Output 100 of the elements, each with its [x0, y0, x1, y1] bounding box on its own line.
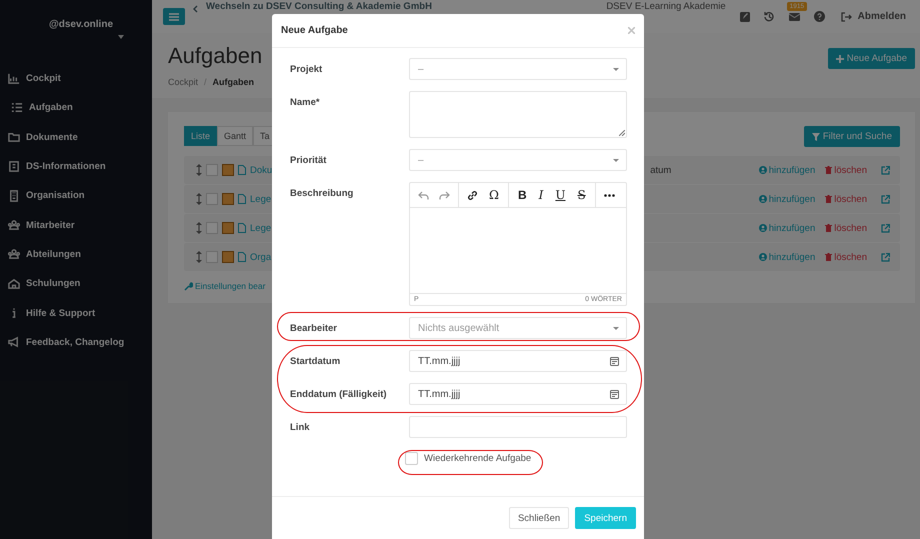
redo-icon[interactable] [439, 190, 450, 200]
view-tab[interactable]: Gantt [217, 126, 254, 146]
history-icon[interactable] [764, 11, 775, 22]
file-icon [238, 194, 246, 204]
sidebar-item[interactable]: DS-Informationen [0, 152, 152, 182]
select-field[interactable]: Nichts ausgewählt [409, 317, 627, 339]
add-link[interactable]: hinzufügen [758, 194, 816, 204]
drag-handle-icon[interactable] [196, 222, 202, 234]
sidebar-item[interactable]: Mitarbeiter [0, 210, 152, 240]
toolbar-button[interactable]: Ω [486, 188, 502, 202]
caret-icon [613, 158, 619, 162]
delete-link[interactable]: löschen [825, 222, 867, 234]
add-link[interactable]: hinzufügen [758, 252, 816, 262]
date-field[interactable]: TT.mm.jjjj [409, 383, 627, 405]
file-icon [238, 165, 246, 175]
delete-link[interactable]: löschen [825, 164, 867, 176]
external-link-icon[interactable] [881, 166, 890, 174]
drag-handle-icon[interactable] [196, 164, 202, 176]
task-link[interactable]: Doku [250, 164, 272, 176]
drag-handle-icon[interactable] [196, 251, 202, 263]
dialog-title: Neue Aufgabe [281, 25, 348, 36]
field-label: Beschreibung [290, 187, 354, 199]
task-checkbox[interactable] [206, 251, 218, 263]
logout-link[interactable]: Abmelden [840, 11, 906, 22]
users-icon [8, 248, 20, 260]
resize-grip-icon [619, 130, 625, 136]
breadcrumb-item[interactable]: Aufgaben [212, 77, 254, 87]
plus-icon [836, 54, 844, 62]
delete-link[interactable]: löschen [825, 194, 867, 204]
toolbar-button[interactable]: B [514, 188, 530, 202]
edit-icon[interactable] [740, 12, 750, 22]
mail-icon[interactable] [788, 12, 800, 20]
select-field[interactable]: – [409, 149, 627, 171]
field-label: Enddatum (Fälligkeit) [290, 388, 388, 400]
date-field[interactable]: TT.mm.jjjj [409, 350, 627, 372]
new-task-button[interactable]: Neue Aufgabe [828, 48, 915, 69]
link-field[interactable] [409, 416, 627, 438]
close-icon[interactable] [628, 27, 635, 34]
filter-button[interactable]: Filter und Suche [804, 126, 900, 147]
link-icon[interactable] [467, 190, 478, 200]
users-icon [8, 219, 20, 232]
color-square-icon [222, 251, 234, 263]
sidebar-item[interactable]: Cockpit [0, 64, 152, 94]
wrench-icon [184, 282, 193, 290]
drag-handle-icon[interactable] [196, 193, 202, 205]
filter-icon [812, 132, 820, 140]
switch-link[interactable]: Wechseln zu DSEV Consulting & Akademie GmbH [206, 1, 432, 12]
field-label: Bearbeiter [290, 322, 338, 334]
task-checkbox[interactable] [206, 222, 218, 234]
external-link-icon[interactable] [881, 224, 890, 232]
folder-icon [8, 131, 20, 144]
trash-icon [825, 195, 832, 203]
external-link-icon[interactable] [881, 252, 890, 262]
sidebar-item[interactable]: Abteilungen [0, 240, 152, 270]
caret-icon [613, 326, 619, 330]
list-icon [11, 102, 23, 114]
trash-icon [825, 166, 832, 174]
more-icon[interactable] [604, 194, 615, 196]
chevron-left-icon[interactable] [193, 5, 198, 13]
breadcrumb-separator: / [204, 77, 207, 87]
color-square-icon [222, 193, 234, 205]
task-link[interactable]: Lege [250, 222, 272, 234]
close-button[interactable]: Schließen [508, 507, 570, 529]
toolbar-button[interactable]: I [536, 188, 546, 202]
sidebar-item[interactable]: Hilfe & Support [0, 298, 152, 328]
save-button[interactable]: Speichern [575, 507, 636, 529]
help-icon[interactable] [814, 11, 825, 22]
view-tab[interactable]: Liste [184, 126, 218, 146]
sidebar-item[interactable]: Organisation [0, 181, 152, 210]
menu-icon [169, 12, 179, 20]
add-link[interactable]: hinzufügen [758, 164, 816, 176]
user-icon [758, 253, 767, 261]
field-label: Link [290, 421, 311, 433]
breadcrumb-item[interactable]: Cockpit [168, 77, 198, 87]
sidebar-item[interactable]: Dokumente [0, 122, 152, 152]
select-field[interactable]: – [409, 58, 627, 80]
external-link-icon[interactable] [881, 194, 890, 204]
undo-icon[interactable] [418, 190, 429, 200]
field-label: Priorität [290, 154, 328, 166]
task-checkbox[interactable] [206, 164, 218, 176]
task-link[interactable]: Lege [250, 194, 272, 204]
sidebar-item[interactable]: Feedback, Changelog [0, 328, 152, 357]
task-checkbox[interactable] [206, 193, 218, 205]
toolbar-button[interactable]: U [552, 188, 568, 202]
task-link[interactable]: Orga [250, 252, 272, 262]
toolbar-button[interactable]: S [574, 188, 589, 202]
sidebar-item[interactable]: Aufgaben [0, 93, 152, 123]
user-icon [758, 224, 767, 232]
sidebar-item[interactable]: Schulungen [0, 269, 152, 298]
calendar-icon [610, 390, 619, 398]
recurring-checkbox[interactable]: Wiederkehrende Aufgabe [405, 452, 532, 465]
menu-button[interactable] [163, 8, 185, 25]
delete-link[interactable]: löschen [825, 252, 867, 262]
caret-icon[interactable] [118, 35, 124, 39]
user-icon [758, 195, 767, 203]
account-name[interactable]: @dsev.online [0, 19, 152, 30]
user-icon [758, 166, 767, 174]
table-cell-text: atum [650, 164, 672, 176]
field-label: Projekt [290, 63, 324, 75]
add-link[interactable]: hinzufügen [758, 222, 816, 234]
